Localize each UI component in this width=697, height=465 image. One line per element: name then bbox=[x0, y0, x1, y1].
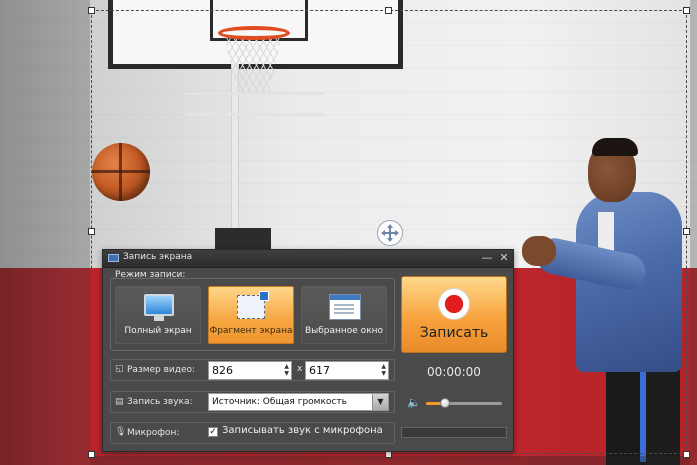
stepper-arrows-icon[interactable]: ▲ ▼ bbox=[381, 363, 386, 377]
outside-selection-shade-left bbox=[0, 0, 90, 465]
close-button[interactable]: ✕ bbox=[497, 251, 511, 265]
resize-handle-top[interactable] bbox=[385, 7, 392, 14]
speaker-device-icon: ▤ bbox=[115, 397, 124, 407]
record-microphone-checkbox[interactable]: ✓ bbox=[208, 427, 218, 437]
outside-selection-shade-right bbox=[690, 0, 697, 465]
resize-handle-top-right[interactable] bbox=[683, 7, 690, 14]
window-titlebar[interactable]: Запись экрана — ✕ bbox=[103, 250, 513, 268]
mode-full-screen-label: Полный экран bbox=[124, 326, 192, 336]
microphone-level-meter bbox=[401, 427, 507, 438]
mode-selected-window-button[interactable]: Выбранное окно bbox=[301, 286, 387, 344]
video-size-separator: x bbox=[297, 364, 303, 374]
mode-full-screen-button[interactable]: Полный экран bbox=[115, 286, 201, 344]
window-title: Запись экрана bbox=[123, 252, 193, 262]
screen-recorder-window: Запись экрана — ✕ Режим записи: Полный э… bbox=[102, 249, 514, 452]
mode-selected-window-label: Выбранное окно bbox=[304, 326, 384, 336]
resize-handle-right[interactable] bbox=[683, 228, 690, 235]
screen-fragment-icon bbox=[237, 291, 269, 319]
microphone-icon: 🎙 bbox=[115, 427, 127, 437]
record-button-label: Записать bbox=[419, 325, 489, 341]
resize-handle-top-left[interactable] bbox=[88, 7, 95, 14]
record-microphone-label[interactable]: Записывать звук с микрофона bbox=[222, 425, 383, 436]
audio-record-label: Запись звука: bbox=[127, 397, 193, 407]
audio-source-select[interactable]: Источник: Общая громкость ▼ bbox=[208, 393, 389, 411]
record-button[interactable]: Записать bbox=[401, 276, 507, 353]
app-icon bbox=[108, 254, 119, 262]
resize-handle-bottom[interactable] bbox=[385, 451, 392, 458]
audio-source-value: Источник: Общая громкость bbox=[212, 397, 347, 407]
move-arrows-icon bbox=[381, 224, 399, 242]
stepper-arrows-icon[interactable]: ▲ ▼ bbox=[284, 363, 289, 377]
move-selection-icon[interactable] bbox=[377, 220, 403, 246]
monitor-icon bbox=[144, 294, 174, 321]
video-width-value: 826 bbox=[212, 364, 233, 377]
mode-screen-fragment-label: Фрагмент экрана bbox=[209, 326, 293, 336]
minimize-button[interactable]: — bbox=[480, 251, 494, 265]
chevron-down-icon[interactable]: ▼ bbox=[372, 394, 388, 410]
recording-timer: 00:00:00 bbox=[427, 365, 481, 379]
microphone-label: Микрофон: bbox=[127, 428, 180, 438]
app-window-icon bbox=[329, 294, 361, 320]
video-width-stepper[interactable]: 826 ▲ ▼ bbox=[208, 361, 292, 380]
resize-icon: ◱ bbox=[115, 364, 124, 374]
resize-handle-bottom-right[interactable] bbox=[683, 451, 690, 458]
video-size-label: Размер видео: bbox=[127, 365, 196, 375]
volume-slider[interactable] bbox=[426, 398, 502, 408]
video-height-stepper[interactable]: 617 ▲ ▼ bbox=[305, 361, 389, 380]
record-dot-icon bbox=[439, 289, 469, 319]
mode-screen-fragment-button[interactable]: Фрагмент экрана bbox=[208, 286, 294, 344]
resize-handle-bottom-left[interactable] bbox=[88, 451, 95, 458]
resize-handle-left[interactable] bbox=[88, 228, 95, 235]
volume-slider-knob[interactable] bbox=[440, 398, 450, 408]
video-height-value: 617 bbox=[309, 364, 330, 377]
volume-icon: 🔈 bbox=[407, 396, 421, 409]
